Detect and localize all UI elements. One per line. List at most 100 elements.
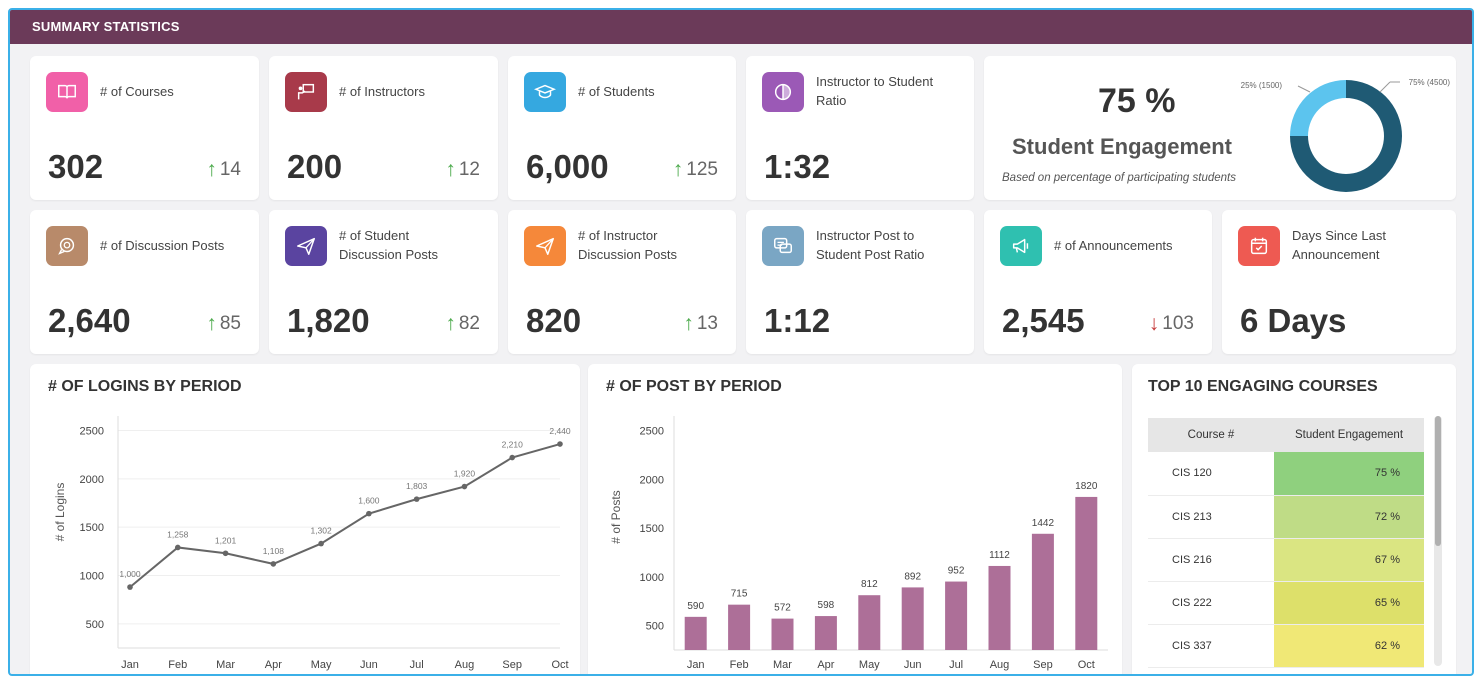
table-row[interactable]: CIS 216 67 % xyxy=(1148,538,1424,582)
bar-value-label: 590 xyxy=(687,601,704,612)
engagement-title: Student Engagement xyxy=(1012,134,1233,159)
y-tick-label: 2500 xyxy=(640,426,664,438)
kpi-delta-value: 125 xyxy=(686,159,718,180)
bar-jul[interactable] xyxy=(945,581,968,650)
data-label: 1,803 xyxy=(406,481,428,491)
table-row[interactable]: CIS 222 65 % xyxy=(1148,581,1424,625)
column-header-course[interactable]: Course # xyxy=(1148,418,1274,452)
megaphone-icon xyxy=(1000,226,1042,266)
kpi-label: # of Discussion Posts xyxy=(100,237,225,253)
engagement-donut-chart: 75% (4500) 25% (1500) xyxy=(1241,78,1450,192)
table-header-row: Course # Student Engagement xyxy=(1148,418,1424,452)
course-cell: CIS 120 xyxy=(1148,452,1274,496)
bar-apr[interactable] xyxy=(814,616,837,650)
arrow-up-icon: ↑ xyxy=(206,158,217,181)
x-tick-label: Mar xyxy=(216,659,235,671)
kpi-value: 2,545 xyxy=(1002,302,1085,339)
y-tick-label: 1500 xyxy=(640,523,664,535)
bar-aug[interactable] xyxy=(988,565,1011,650)
x-tick-label: Aug xyxy=(990,659,1010,671)
data-point[interactable] xyxy=(461,483,468,490)
kpi-card-instructor-student-ratio[interactable]: Instructor to Student Ratio 1:32 xyxy=(746,56,974,200)
y-tick-label: 2000 xyxy=(640,474,664,486)
bar-jun[interactable] xyxy=(901,587,924,650)
kpi-delta: ↑ 13 xyxy=(683,312,718,336)
y-tick-label: 2000 xyxy=(80,474,104,486)
y-tick-label: 1000 xyxy=(640,572,664,584)
y-tick-label: 2500 xyxy=(80,426,104,438)
column-header-engagement[interactable]: Student Engagement xyxy=(1274,418,1424,452)
logins-line-chart: 500 1000 1500 2000 2500 1,000 Jan 1,258 Feb 1,201… xyxy=(53,416,571,671)
data-point[interactable] xyxy=(270,561,277,567)
kpi-label: # of Courses xyxy=(100,83,174,99)
kpi-card-post-ratio[interactable]: Instructor Post to Student Post Ratio 1:1… xyxy=(746,210,974,354)
table-row[interactable]: CIS 120 75 % xyxy=(1148,452,1424,496)
bar-value-label: 715 xyxy=(731,589,748,600)
data-point[interactable] xyxy=(557,441,563,447)
data-point[interactable] xyxy=(174,544,181,551)
kpi-card-announcements[interactable]: # of Announcements 2,545 ↓ 103 xyxy=(984,210,1212,354)
arrow-down-icon: ↓ xyxy=(1148,312,1160,335)
kpi-value: 820 xyxy=(526,302,582,339)
bar-mar[interactable] xyxy=(771,618,794,650)
y-tick-label: 1500 xyxy=(80,522,104,534)
kpi-card-days-since-announcement[interactable]: Days Since Last Announcement 6 Days xyxy=(1222,210,1456,354)
bar-feb[interactable] xyxy=(728,604,751,650)
arrow-up-icon: ↑ xyxy=(206,312,217,335)
x-tick-label: Apr xyxy=(265,659,282,671)
course-cell: CIS 222 xyxy=(1148,581,1274,625)
course-cell: CIS 337 xyxy=(1148,624,1274,668)
kpi-card-student-discussion-posts[interactable]: # of Student Discussion Posts 1,820 ↑ 82 xyxy=(269,210,498,354)
kpi-delta-value: 14 xyxy=(219,159,241,180)
kpi-label: # of Student Discussion Posts xyxy=(339,228,438,262)
chat-bubble-icon xyxy=(46,226,88,266)
data-label: 1,920 xyxy=(454,469,476,479)
x-tick-label: Jan xyxy=(687,659,705,671)
kpi-delta: ↑ 14 xyxy=(206,158,241,182)
logins-series-line xyxy=(129,443,561,588)
scrollbar-thumb[interactable] xyxy=(1435,416,1441,546)
bar-jan[interactable] xyxy=(684,616,707,650)
header-title: SUMMARY STATISTICS xyxy=(32,19,180,34)
kpi-card-instructor-discussion-posts[interactable]: # of Instructor Discussion Posts 820 ↑ 13 xyxy=(508,210,736,354)
x-tick-label: May xyxy=(311,659,332,671)
kpi-card-students[interactable]: # of Students 6,000 ↑ 125 xyxy=(508,56,736,200)
logins-panel-title: # OF LOGINS BY PERIOD xyxy=(48,378,242,395)
data-point[interactable] xyxy=(318,540,324,547)
data-label: 1,201 xyxy=(215,535,237,545)
posts-panel-title: # OF POST BY PERIOD xyxy=(606,378,782,395)
kpi-card-discussion-posts[interactable]: # of Discussion Posts 2,640 ↑ 85 xyxy=(30,210,259,354)
kpi-card-instructors[interactable]: # of Instructors 200 ↑ 12 xyxy=(269,56,498,200)
data-point[interactable] xyxy=(366,510,372,517)
kpi-delta-value: 85 xyxy=(219,313,241,334)
kpi-label: Days Since Last Announcement xyxy=(1292,228,1386,262)
kpi-delta: ↑ 85 xyxy=(206,312,241,336)
data-label: 1,258 xyxy=(167,529,189,539)
donut-slice-not-engaged[interactable] xyxy=(1290,80,1346,136)
book-icon xyxy=(46,72,88,112)
top-courses-title: TOP 10 ENGAGING COURSES xyxy=(1148,378,1378,395)
kpi-card-courses[interactable]: # of Courses 302 ↑ 14 xyxy=(30,56,259,200)
bar-value-label: 598 xyxy=(818,600,835,611)
engagement-card[interactable]: 75 % Student Engagement Based on percent… xyxy=(984,56,1456,200)
x-tick-label: Jul xyxy=(410,659,424,671)
bar-oct[interactable] xyxy=(1075,496,1098,650)
table-row[interactable]: CIS 337 62 % xyxy=(1148,624,1424,668)
graduation-cap-icon xyxy=(524,72,566,112)
y-tick-label: 500 xyxy=(86,619,104,631)
table-scrollbar[interactable] xyxy=(1434,416,1442,666)
bar-value-label: 1442 xyxy=(1032,518,1055,529)
arrow-up-icon: ↑ xyxy=(445,312,456,335)
data-point[interactable] xyxy=(413,496,420,502)
bar-value-label: 812 xyxy=(861,579,878,590)
table-row[interactable]: CIS 213 72 % xyxy=(1148,495,1424,539)
data-point[interactable] xyxy=(509,454,516,461)
kpi-value: 302 xyxy=(48,148,104,185)
data-point[interactable] xyxy=(222,550,229,557)
bar-sep[interactable] xyxy=(1031,533,1054,650)
x-tick-label: Mar xyxy=(773,659,792,671)
kpi-delta-value: 12 xyxy=(458,159,480,180)
bar-may[interactable] xyxy=(858,595,881,650)
x-tick-label: Apr xyxy=(817,659,834,671)
data-point[interactable] xyxy=(127,584,133,590)
